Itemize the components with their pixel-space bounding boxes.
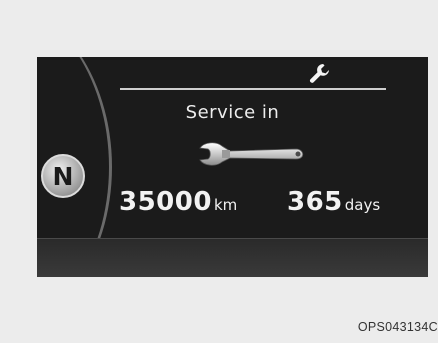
figure-code: OPS043134C bbox=[357, 320, 438, 334]
days-unit: days bbox=[344, 196, 381, 214]
days-value: 365 bbox=[287, 187, 343, 217]
gear-indicator: N bbox=[41, 154, 85, 198]
distance-unit: km bbox=[213, 196, 238, 214]
instrument-cluster-display: N Service in 35000 km 365 days bbox=[37, 57, 428, 277]
header-divider bbox=[120, 88, 386, 90]
distance-value: 35000 bbox=[119, 187, 212, 217]
days-readout: 365 days bbox=[287, 187, 380, 217]
cluster-bottom-bar bbox=[37, 238, 428, 277]
wrench-icon bbox=[309, 64, 329, 83]
distance-readout: 35000 km bbox=[119, 187, 237, 217]
wrench-icon bbox=[199, 142, 304, 166]
service-title: Service in bbox=[185, 102, 280, 123]
gear-letter: N bbox=[52, 161, 74, 191]
